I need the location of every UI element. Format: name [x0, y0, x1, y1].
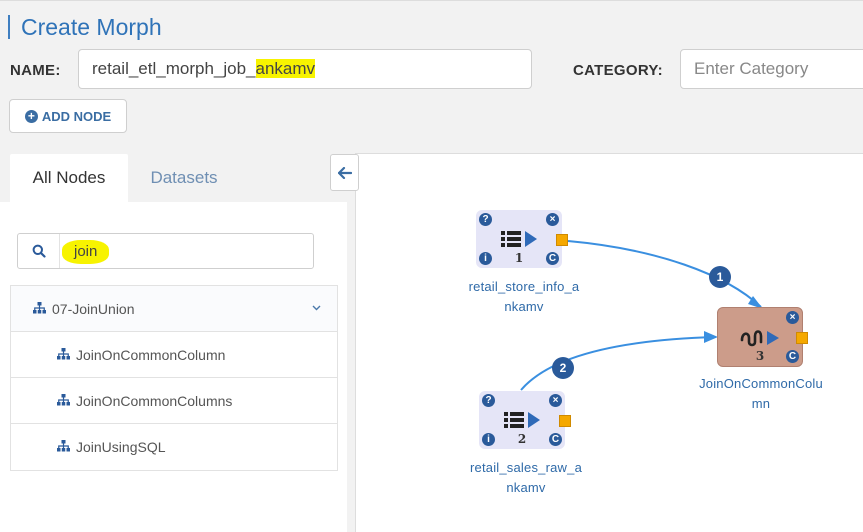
node-label-line2: nkamv: [506, 480, 546, 495]
title-bar: Create Morph: [0, 0, 863, 46]
dataset-list-icon: [501, 231, 537, 247]
output-port[interactable]: [559, 415, 571, 427]
category-label: CATEGORY:: [573, 62, 663, 79]
info-icon[interactable]: i: [479, 252, 492, 265]
help-icon[interactable]: ?: [482, 394, 495, 407]
tab-datasets[interactable]: Datasets: [128, 154, 240, 202]
sitemap-icon: [33, 301, 46, 317]
config-icon[interactable]: C: [549, 433, 562, 446]
tree-item-label: JoinOnCommonColumns: [76, 392, 233, 409]
search-icon: [32, 244, 46, 258]
config-icon[interactable]: C: [786, 350, 799, 363]
node-label-line1: retail_sales_raw_a: [470, 460, 582, 475]
edge-2-arrowhead: [704, 331, 718, 343]
tree-item-label: JoinOnCommonColumn: [76, 346, 226, 363]
name-label: NAME:: [10, 62, 61, 79]
morph-canvas[interactable]: 1 2 ? × 1 i C retail_store_info_a nkamv …: [355, 153, 863, 532]
collapse-panel-button[interactable]: [330, 154, 359, 191]
title-accent: [8, 15, 10, 39]
close-icon[interactable]: ×: [786, 311, 799, 324]
node-source-2[interactable]: ? × 2 i C: [479, 391, 571, 449]
sitemap-icon: [57, 439, 70, 455]
add-node-label: ADD NODE: [41, 108, 112, 124]
node-label-line2: nkamv: [504, 299, 544, 314]
edge-badge-2[interactable]: 2: [552, 357, 574, 379]
edge-badge-1[interactable]: 1: [709, 266, 731, 288]
help-icon[interactable]: ?: [479, 213, 492, 226]
close-icon[interactable]: ×: [549, 394, 562, 407]
tree-group-joinunion[interactable]: 07-JoinUnion: [11, 286, 337, 332]
tree-item-label: JoinUsingSQL: [76, 439, 166, 455]
node-source-1[interactable]: ? × 1 i C: [476, 210, 568, 268]
node-label-line2: mn: [751, 396, 771, 411]
node-library-panel: join 07-JoinUnion JoinOnCommonColumn Joi…: [0, 202, 347, 532]
add-node-button[interactable]: + ADD NODE: [9, 99, 127, 133]
name-value-highlight: ankamv: [255, 59, 316, 78]
search-input[interactable]: join: [62, 240, 110, 264]
arrow-left-icon: [337, 166, 352, 179]
sitemap-icon: [57, 347, 70, 363]
node-label-1: retail_store_info_a nkamv: [444, 277, 604, 317]
config-icon[interactable]: C: [546, 252, 559, 265]
node-join-3[interactable]: × 3 C: [717, 307, 808, 367]
node-tree: 07-JoinUnion JoinOnCommonColumn JoinOnCo…: [10, 285, 338, 471]
search-icon-wrap: [18, 234, 60, 268]
info-icon[interactable]: i: [482, 433, 495, 446]
tree-item-joinoncommoncolumns[interactable]: JoinOnCommonColumns: [11, 378, 337, 424]
chevron-down-icon: [312, 300, 321, 314]
join-icon: [740, 330, 779, 347]
output-port[interactable]: [556, 234, 568, 246]
create-morph-page: Create Morph NAME: retail_etl_morph_job_…: [0, 0, 863, 532]
tree-item-joinoncommoncolumn[interactable]: JoinOnCommonColumn: [11, 332, 337, 378]
node-search-box[interactable]: join: [17, 233, 314, 269]
node-label-line1: retail_store_info_a: [468, 279, 580, 294]
sitemap-icon: [57, 393, 70, 409]
tab-all-nodes[interactable]: All Nodes: [10, 154, 128, 202]
plus-circle-icon: +: [24, 109, 38, 123]
close-icon[interactable]: ×: [546, 213, 559, 226]
name-input[interactable]: retail_etl_morph_job_ankamv: [78, 49, 532, 89]
node-label-2: retail_sales_raw_a nkamv: [446, 458, 606, 498]
name-value-prefix: retail_etl_morph_job_: [92, 59, 256, 78]
tree-group-label: 07-JoinUnion: [52, 300, 135, 317]
output-port[interactable]: [796, 332, 808, 344]
tree-item-joinusingsql[interactable]: JoinUsingSQL: [11, 424, 337, 470]
category-input[interactable]: Enter Category: [680, 49, 863, 89]
page-title: Create Morph: [21, 14, 162, 40]
node-label-line1: JoinOnCommonColu: [699, 376, 823, 391]
dataset-list-icon: [504, 412, 540, 428]
node-label-3: JoinOnCommonColu mn: [681, 374, 841, 414]
